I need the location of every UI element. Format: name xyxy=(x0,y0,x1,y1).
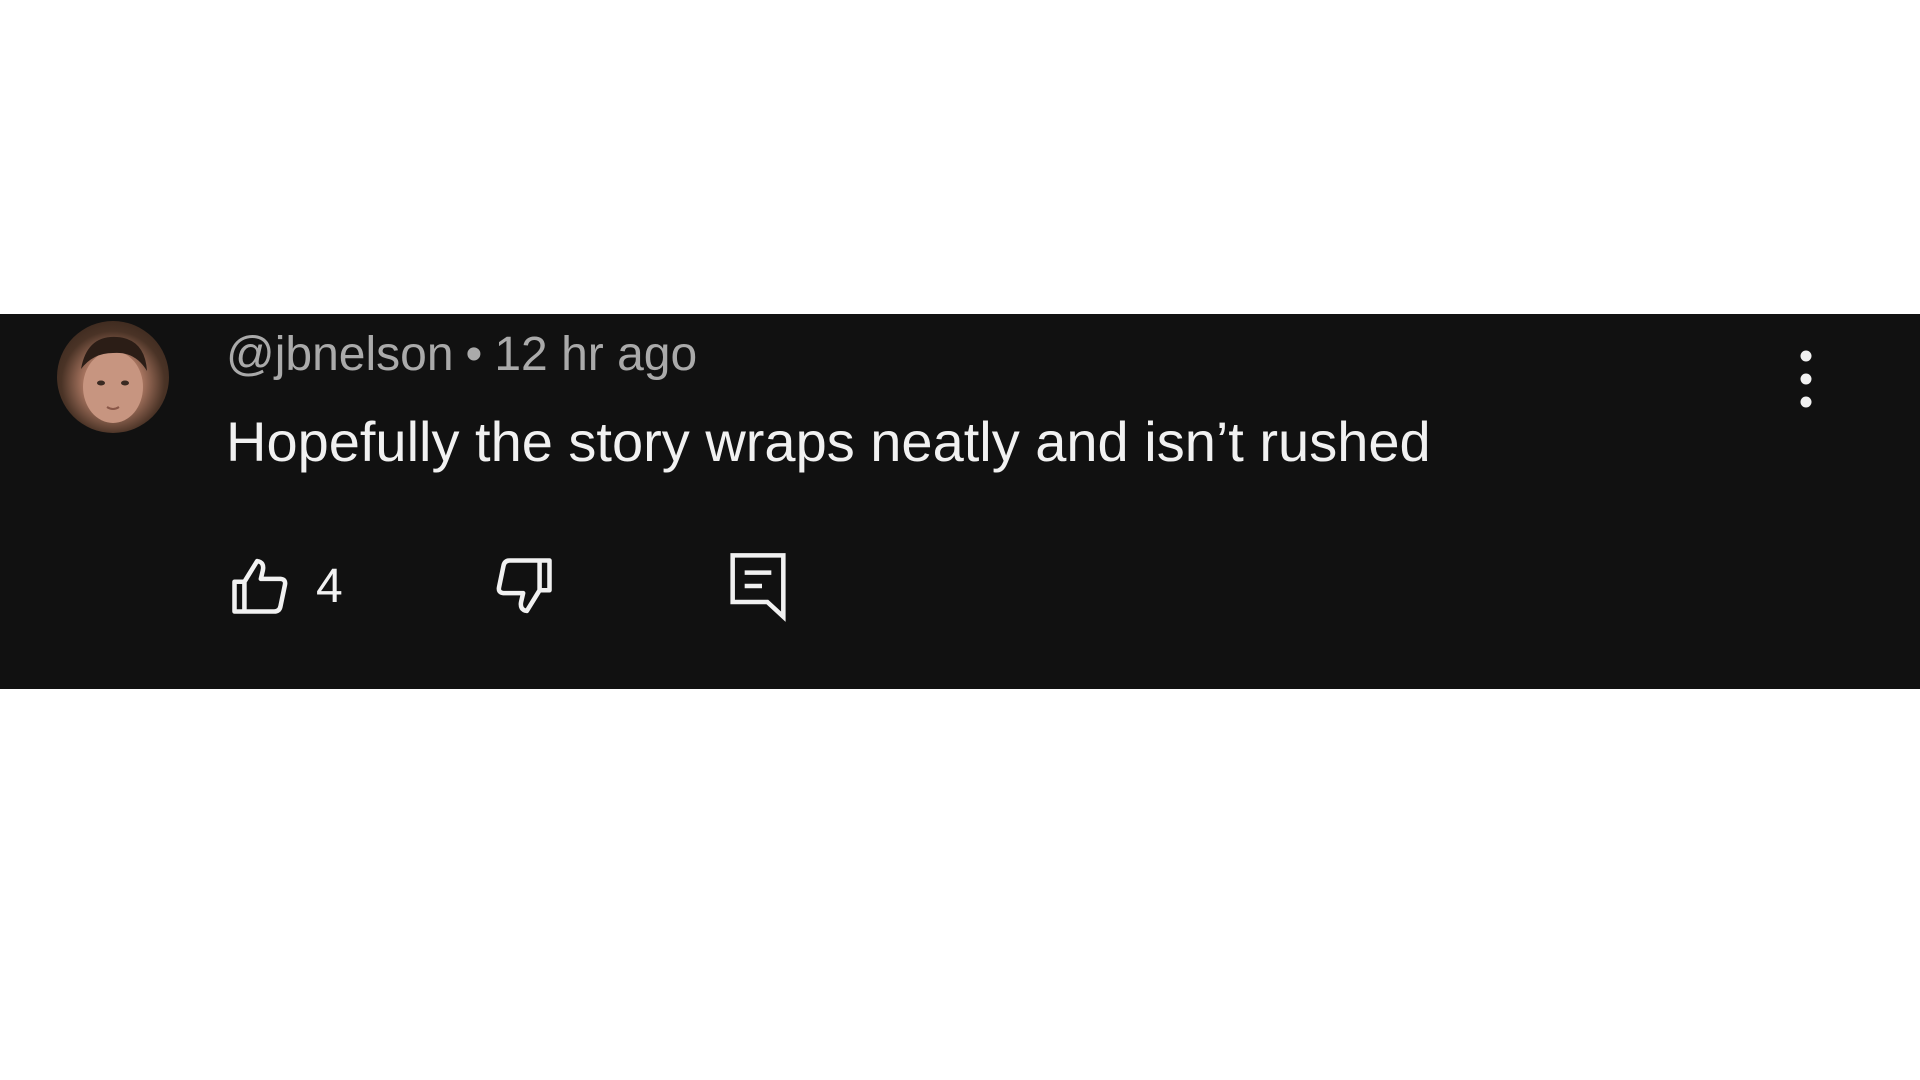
author-handle[interactable]: @jbnelson xyxy=(226,328,454,381)
comment-text: Hopefully the story wraps neatly and isn… xyxy=(226,410,1431,473)
more-actions-button[interactable] xyxy=(1780,344,1832,414)
thumbs-up-icon xyxy=(232,558,288,614)
avatar[interactable] xyxy=(57,321,169,433)
reply-comment-icon xyxy=(730,553,786,622)
comment-timestamp[interactable]: 12 hr ago xyxy=(494,328,697,381)
more-vertical-icon xyxy=(1800,350,1812,408)
reply-button[interactable] xyxy=(726,546,790,626)
like-button[interactable]: 4 xyxy=(226,546,343,626)
thumbs-down-icon xyxy=(496,558,552,614)
avatar-image xyxy=(81,336,147,423)
dislike-button[interactable] xyxy=(490,546,558,626)
comment-meta: @jbnelson • 12 hr ago xyxy=(226,326,697,384)
like-count: 4 xyxy=(316,559,343,613)
comment-card: @jbnelson • 12 hr ago Hopefully the story … xyxy=(0,314,1920,689)
meta-separator: • xyxy=(465,328,483,381)
